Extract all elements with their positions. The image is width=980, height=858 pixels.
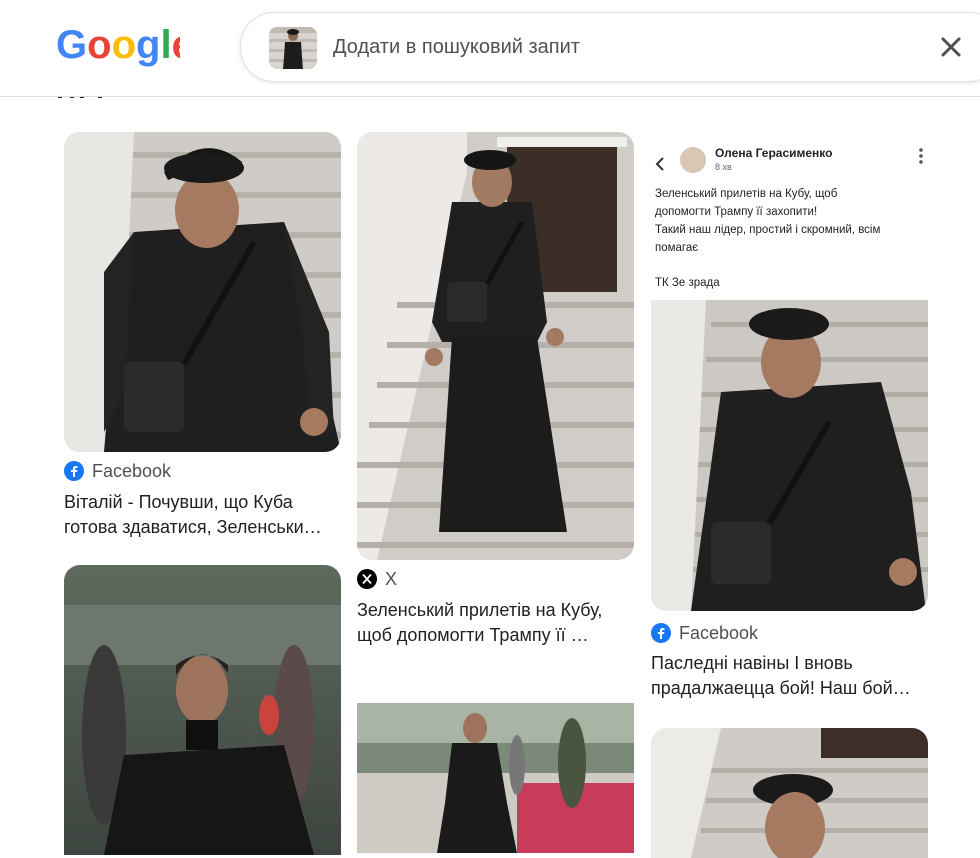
result-source-label: Facebook: [92, 460, 172, 481]
result-image[interactable]: Олена Герасименко 8 хв Зеленський прилет…: [651, 132, 928, 611]
result-card-4[interactable]: [64, 565, 341, 855]
google-logo[interactable]: Google: [56, 22, 180, 68]
result-source[interactable]: X: [357, 568, 397, 590]
result-card-1[interactable]: Facebook Віталій - Почувши, що Куба гото…: [64, 132, 341, 552]
result-image[interactable]: [651, 728, 928, 858]
result-source-label: X: [385, 568, 398, 589]
result-image[interactable]: [64, 132, 341, 452]
result-title[interactable]: Паслeднi навiны І вновь прадалжаецца бой…: [651, 651, 931, 701]
embedded-post-text-4: помагає: [655, 242, 699, 254]
facebook-icon: [651, 623, 671, 643]
result-source[interactable]: Facebook: [64, 460, 171, 482]
embedded-post-text-2: допомогти Трампу її захопити!: [655, 206, 818, 218]
embedded-post-text-3: Такий наш лідер, простий і скромний, всі…: [655, 224, 881, 236]
close-icon[interactable]: [933, 29, 969, 65]
result-card-5[interactable]: [357, 673, 634, 853]
result-title[interactable]: Віталій - Почувши, що Куба готова здават…: [64, 490, 344, 540]
embedded-post-time: 8 хв: [715, 162, 732, 172]
header: Google Додати в пошуковий запит: [0, 0, 980, 97]
embedded-post-author: Олена Герасименко: [715, 146, 833, 160]
result-source-label: Facebook: [679, 622, 759, 643]
embedded-post-text-1: Зеленський прилетів на Кубу, щоб: [655, 188, 838, 200]
result-image[interactable]: [357, 673, 634, 853]
result-image[interactable]: [357, 132, 634, 560]
search-input[interactable]: Додати в пошуковий запит: [333, 36, 580, 59]
result-card-6[interactable]: [651, 728, 928, 858]
svg-text:Google: Google: [56, 23, 180, 67]
x-icon: [357, 569, 377, 589]
result-card-2[interactable]: X Зеленський прилетів на Кубу, щоб допом…: [357, 132, 634, 652]
search-box[interactable]: Додати в пошуковий запит: [240, 12, 980, 82]
result-source[interactable]: Facebook: [651, 622, 758, 644]
search-image-thumbnail[interactable]: [269, 27, 317, 69]
facebook-icon: [64, 461, 84, 481]
result-card-3[interactable]: Олена Герасименко 8 хв Зеленський прилет…: [651, 132, 928, 702]
result-title[interactable]: Зеленський прилетів на Кубу, щоб допомог…: [357, 598, 637, 648]
result-image[interactable]: [64, 565, 341, 855]
embedded-post-tag: ТК Зе зрада: [655, 277, 720, 289]
